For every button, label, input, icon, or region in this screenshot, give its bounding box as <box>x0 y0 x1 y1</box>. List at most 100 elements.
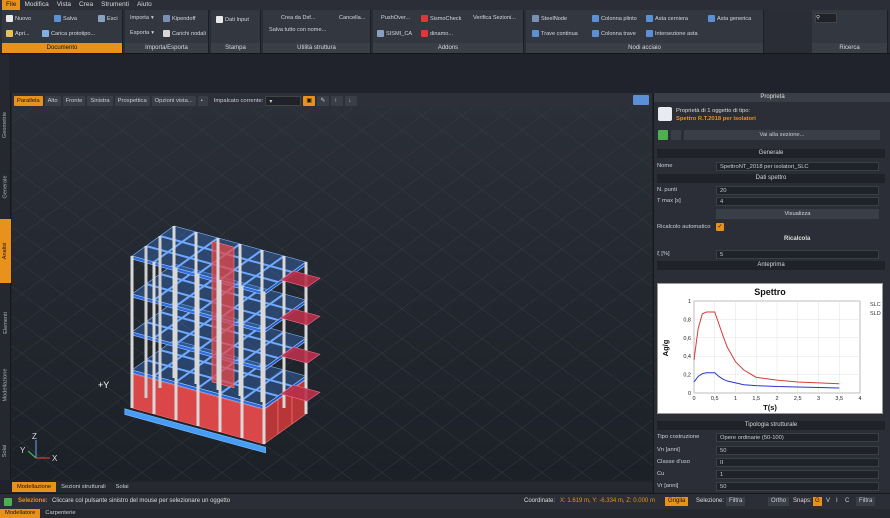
visualizza-button[interactable]: Visualizza <box>716 209 879 219</box>
tmax-label: T max [s] <box>657 198 681 204</box>
classe-select[interactable]: II <box>716 458 879 467</box>
x-tick-label: 1 <box>734 396 737 402</box>
ricalcolo-checkbox[interactable]: ✓ <box>716 223 724 231</box>
arrow-down-icon[interactable]: ↓ <box>345 95 358 106</box>
menu-file[interactable]: File <box>2 0 21 10</box>
tipo-select[interactable]: Opere ordinarie (50-100) <box>716 433 879 442</box>
tab-modellazione-bottom[interactable]: Modellazione <box>12 482 57 492</box>
view-front-button[interactable]: Fronte <box>62 95 86 106</box>
arrow-up-icon[interactable]: ↑ <box>331 95 344 106</box>
pin-icon[interactable]: • <box>197 95 208 106</box>
steelnode-button[interactable]: SteelNode <box>532 15 567 22</box>
vr-field[interactable]: 50 <box>716 482 879 491</box>
exit-button[interactable]: Esci <box>98 15 118 22</box>
section-anteprima[interactable]: Anteprima <box>657 261 885 270</box>
continuous-beam-button[interactable]: Trave continua <box>532 30 578 37</box>
delete-button[interactable]: Cancella... <box>339 15 365 21</box>
tab-analisi[interactable]: Analisi <box>0 219 11 283</box>
filter-button[interactable]: Filtra <box>726 497 746 506</box>
input-data-button[interactable]: Dati Input <box>216 16 249 23</box>
menu-strumenti[interactable]: Strumenti <box>97 0 133 10</box>
snap-i[interactable]: I <box>836 498 838 504</box>
print-icon <box>216 16 223 23</box>
menu-vista[interactable]: Vista <box>53 0 75 10</box>
ricalcola-button[interactable]: Ricalcola <box>784 236 810 242</box>
search-input[interactable]: ⚲ <box>815 13 837 23</box>
view-perspective-button[interactable]: Prospettica <box>114 95 150 106</box>
section-check-button[interactable]: Verifica Sezioni... <box>473 15 516 21</box>
view-top-button[interactable]: Alto <box>44 95 61 106</box>
column-beam-button[interactable]: Colonna trave <box>592 30 636 37</box>
cu-field[interactable]: 1 <box>716 470 879 479</box>
go-to-section-button[interactable]: Vai alla sezione... <box>684 130 880 140</box>
nome-field[interactable]: SpettroNT_2018 per isolatori_SLC <box>716 162 879 171</box>
nodal-loads-button[interactable]: Carichi nodali <box>163 30 206 37</box>
pushover-button[interactable]: PushOver... <box>381 15 410 21</box>
ortho-toggle[interactable]: Ortho <box>768 497 790 506</box>
view-parallel-button[interactable]: Parallela <box>14 95 43 106</box>
impalcato-select[interactable]: ▾ <box>265 95 302 106</box>
back-icon[interactable] <box>658 130 668 140</box>
create-from-dxf-button[interactable]: Crea da Dxf... <box>281 15 316 21</box>
tab-elementi[interactable]: Elementi <box>0 293 11 353</box>
snap-c[interactable]: C <box>845 498 849 504</box>
tab-geometrie[interactable]: Geometrie <box>0 95 11 155</box>
panel-header: Proprietà di 1 oggetto di tipo: <box>676 108 751 114</box>
tab-solai-bottom[interactable]: Solai <box>111 482 134 492</box>
forward-icon[interactable] <box>671 130 681 140</box>
save-button[interactable]: Salva <box>54 15 77 22</box>
generic-member-button[interactable]: Asta generica <box>708 15 751 22</box>
hinged-member-button[interactable]: Asta cerniera <box>646 15 688 22</box>
npunti-label: N. punti <box>657 187 677 193</box>
impalcato-label: Impalcato corrente: <box>213 97 264 104</box>
save-all-as-button[interactable]: Salva tutto con nome... <box>269 27 326 33</box>
axis-yy-label: Y <box>20 446 26 455</box>
new-button[interactable]: Nuovo <box>6 15 31 22</box>
group-stampa: Dati Input Stampa <box>211 10 261 53</box>
folder-icon[interactable]: ▣ <box>303 95 316 106</box>
y-tick-label: 0,2 <box>683 373 691 379</box>
menu-modifica[interactable]: Modifica <box>20 0 52 10</box>
tab-generale[interactable]: Generale <box>0 157 11 217</box>
dinamo-button[interactable]: dinamo... <box>421 30 453 37</box>
open-button[interactable]: Apri... <box>6 30 30 37</box>
kipendoff-button[interactable]: Kipendoff <box>163 15 196 22</box>
column-plinth-button[interactable]: Colonna plinto <box>592 15 637 22</box>
section-tipologia[interactable]: Tipologia strutturale <box>657 421 885 430</box>
snap-g[interactable]: G <box>813 497 822 506</box>
load-prototype-button[interactable]: Carica prototipo... <box>42 30 95 37</box>
view-left-button[interactable]: Sinistra <box>87 95 113 106</box>
axis-z-label: Z <box>32 432 37 441</box>
structure-model[interactable]: +Y Z Y X <box>12 108 652 480</box>
tmax-field[interactable]: 4 <box>716 197 879 206</box>
grid-toggle[interactable]: Griglia <box>665 497 689 506</box>
tab-solai[interactable]: Solai <box>0 423 11 479</box>
tab-carpenterie[interactable]: Carpenterie <box>40 509 80 518</box>
export-button[interactable]: Esporta ▾ <box>130 30 154 36</box>
tab-modellazione[interactable]: Modellazione <box>0 355 11 415</box>
layout-icon[interactable] <box>633 95 649 105</box>
member-intersection-button[interactable]: Intersezione asta <box>646 30 698 37</box>
legend-slc: SLC <box>870 302 881 308</box>
3d-viewport[interactable]: +Y Z Y X <box>12 108 652 480</box>
vn-field[interactable]: 50 <box>716 446 879 455</box>
view-options-button[interactable]: Opzioni vista... <box>151 95 196 106</box>
tab-sezioni[interactable]: Sezioni strutturali <box>56 482 110 492</box>
npunti-field[interactable]: 20 <box>716 186 879 195</box>
menu-crea[interactable]: Crea <box>75 0 97 10</box>
section-generale[interactable]: Generale <box>657 149 885 158</box>
tab-modellatore[interactable]: Modellatore <box>0 509 41 518</box>
snap-v[interactable]: V <box>826 498 830 504</box>
nome-label: Nome <box>657 163 673 169</box>
sismocheck-button[interactable]: SismoCheck <box>421 15 461 22</box>
sismica-button[interactable]: SISMI_CA <box>377 30 412 37</box>
wrench-icon[interactable]: ✎ <box>317 95 330 106</box>
generic-member-icon <box>708 15 715 22</box>
x-tick-label: 0 <box>692 396 695 402</box>
menu-aiuto[interactable]: Aiuto <box>133 0 156 10</box>
ribbon-collapse-strip[interactable] <box>0 55 9 93</box>
section-dati-spettro[interactable]: Dati spettro <box>657 174 885 183</box>
snap-filter-button[interactable]: Filtra <box>856 497 876 506</box>
xi-field[interactable]: 5 <box>716 250 879 259</box>
import-button[interactable]: Importa ▾ <box>130 15 154 21</box>
